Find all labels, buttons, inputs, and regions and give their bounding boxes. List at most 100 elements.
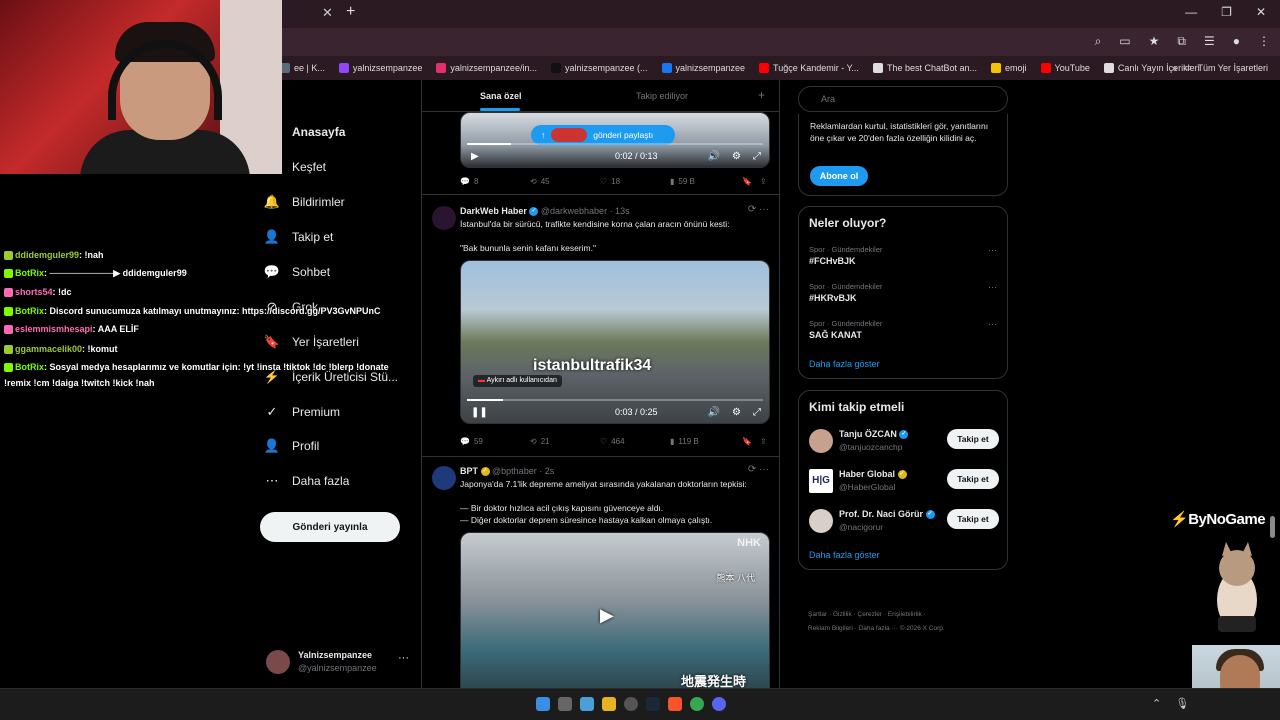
author-name[interactable]: DarkWeb Haber (460, 206, 527, 216)
repost-button[interactable]: ⟲ 45 (530, 177, 550, 186)
new-tab-icon[interactable]: + (346, 3, 355, 21)
footer-link[interactable]: Daha fazla ··· (859, 625, 898, 632)
show-more-link[interactable]: Daha fazla göster (809, 359, 880, 369)
reply-button[interactable]: 💬 59 (460, 437, 483, 446)
obs-icon[interactable] (624, 697, 638, 711)
discord-icon[interactable] (712, 697, 726, 711)
bookmark-item[interactable]: yalnizsempanzee (338, 63, 422, 73)
settings-icon[interactable]: ⚙ (732, 407, 741, 418)
minimize-icon[interactable]: — (1185, 5, 1197, 19)
follow-button[interactable]: Takip et (947, 469, 999, 489)
nav-item-yer-i-aretleri[interactable]: 🔖 Yer İşaretleri (264, 334, 359, 350)
nav-item-sohbet[interactable]: 💬 Sohbet (264, 264, 330, 280)
trend-item[interactable]: SAĞ KANAT (809, 330, 862, 340)
file-explorer-icon[interactable] (602, 697, 616, 711)
widgets-icon[interactable] (580, 697, 594, 711)
repost-button[interactable]: ⟲ 21 (530, 437, 550, 446)
nav-item-takip-et[interactable]: 👤 Takip et (264, 229, 333, 245)
zoom-icon[interactable]: ⌕ (1095, 34, 1102, 49)
menu-icon[interactable]: ⋮ (1258, 34, 1270, 49)
play-overlay-icon[interactable]: ▶ (600, 605, 614, 626)
bookmark-item[interactable]: The best ChatBot an... (872, 63, 977, 73)
avatar[interactable]: H|G (809, 469, 833, 493)
volume-icon[interactable]: 🔊 (708, 151, 720, 162)
avatar[interactable] (432, 206, 456, 230)
play-icon[interactable]: ▶ (471, 151, 479, 162)
footer-link[interactable]: Şartlar (808, 611, 827, 618)
volume-icon[interactable]: 🔊 (708, 407, 720, 418)
brave-icon[interactable] (668, 697, 682, 711)
tweet-video[interactable]: NHK 熊本 八代 ▶ 地震発生時 (460, 532, 770, 688)
chevron-right-icon[interactable]: » (1172, 63, 1177, 73)
tweet-video[interactable]: ↑ gönderi paylaştı ▶ 0:02 / 0:13 🔊 ⚙ ⤢ (460, 112, 770, 168)
bookmark-item[interactable]: emoji (991, 63, 1027, 73)
pause-icon[interactable]: ❚❚ (471, 407, 488, 418)
views-button[interactable]: ▮ 119 B (670, 437, 699, 446)
tab-following[interactable]: Takip ediliyor (636, 91, 688, 101)
post-button[interactable]: Gönderi yayınla (260, 512, 400, 542)
microphone-icon[interactable]: 🎙 (1175, 697, 1189, 710)
star-icon[interactable]: ★ (1149, 34, 1160, 49)
avatar[interactable] (432, 466, 456, 490)
nav-item-daha-fazla[interactable]: ⋯ Daha fazla (264, 473, 350, 489)
steam-icon[interactable] (646, 697, 660, 711)
tweet-more-icon[interactable]: ⟳ ··· (748, 464, 769, 475)
follow-button[interactable]: Takip et (947, 509, 999, 529)
task-view-icon[interactable] (558, 697, 572, 711)
share-icon[interactable]: ⇪ (760, 437, 767, 446)
profile-icon[interactable]: ● (1233, 34, 1240, 49)
all-bookmarks[interactable]: » ▭ Tüm Yer İşaretleri (1172, 62, 1268, 73)
footer-link[interactable]: Reklam Bilgileri (808, 625, 853, 632)
trend-more-icon[interactable]: ··· (988, 245, 997, 255)
bookmark-item[interactable]: yalnizsempanzee (... (550, 63, 648, 73)
tab-close-icon[interactable]: ✕ (322, 5, 333, 21)
author-name[interactable]: BPT (460, 466, 478, 476)
footer-link[interactable]: Çerezler (858, 611, 883, 618)
cast-icon[interactable]: ▭ (1119, 34, 1130, 49)
share-pill[interactable]: ↑ gönderi paylaştı (531, 125, 675, 145)
author-handle[interactable]: @bpthaber · 2s (492, 466, 554, 476)
footer-link[interactable]: Erişilebilirlik (888, 611, 922, 618)
bookmark-item[interactable]: Tuğçe Kandemir - Y... (759, 63, 859, 73)
tab-search-icon[interactable]: ☰ (1204, 34, 1215, 49)
reply-button[interactable]: 💬 8 (460, 177, 478, 186)
extensions-icon[interactable]: ⧉ (1177, 34, 1186, 49)
tray-chevron-icon[interactable]: ⌃ (1152, 697, 1161, 710)
bookmark-item[interactable]: yalnizsempanzee (661, 63, 745, 73)
author-handle[interactable]: @darkwebhaber · 13s (541, 206, 630, 216)
bookmark-item[interactable]: YouTube (1040, 63, 1090, 73)
tweet-more-icon[interactable]: ⟳ ··· (748, 204, 769, 215)
follow-suggestion[interactable]: Tanju ÖZCAN ✓ @tanjuozcanchp Takip et (809, 427, 999, 457)
settings-icon[interactable]: ⚙ (732, 151, 741, 162)
trend-item[interactable]: #FCHvBJK (809, 256, 856, 266)
more-icon[interactable]: ··· (398, 652, 409, 664)
footer-link[interactable]: Gizlilik (833, 611, 852, 618)
views-button[interactable]: ▮ 59 B (670, 177, 695, 186)
trend-more-icon[interactable]: ··· (988, 319, 997, 329)
avatar[interactable] (809, 509, 833, 533)
like-button[interactable]: ♡ 18 (600, 177, 620, 186)
nav-item-profil[interactable]: 👤 Profil (264, 438, 319, 454)
tweet-video[interactable]: istanbultrafik34 ▬ Aykırı adlı kullanıcı… (460, 260, 770, 424)
start-icon[interactable] (536, 697, 550, 711)
trend-more-icon[interactable]: ··· (988, 282, 997, 292)
bookmark-item[interactable]: yalnizsempanzee/in... (436, 63, 537, 73)
like-button[interactable]: ♡ 464 (600, 437, 625, 446)
restore-icon[interactable]: ❐ (1221, 5, 1232, 19)
fullscreen-icon[interactable]: ⤢ (753, 407, 761, 418)
follow-suggestion[interactable]: Prof. Dr. Naci Görür ✓ @nacigorur Takip … (809, 507, 999, 537)
show-more-link[interactable]: Daha fazla göster (809, 550, 880, 560)
bookmark-item[interactable]: ee | K... (280, 63, 325, 73)
bookmark-button[interactable]: 🔖 (742, 437, 752, 446)
fullscreen-icon[interactable]: ⤢ (753, 151, 761, 162)
follow-button[interactable]: Takip et (947, 429, 999, 449)
nav-item-premium[interactable]: ✓ Premium (264, 404, 340, 420)
chrome-icon[interactable] (690, 697, 704, 711)
close-window-icon[interactable]: ✕ (1256, 5, 1266, 19)
search-input[interactable]: Ara (798, 86, 1008, 112)
tab-for-you[interactable]: Sana özel (480, 91, 522, 101)
add-tab-icon[interactable]: + (758, 88, 765, 102)
follow-suggestion[interactable]: H|G Haber Global ✓ @HaberGlobal Takip et (809, 467, 999, 497)
bookmark-button[interactable]: 🔖 (742, 177, 752, 186)
account-switcher[interactable]: Yalnizsempanzee @yalnizsempanzee ··· (266, 648, 416, 678)
